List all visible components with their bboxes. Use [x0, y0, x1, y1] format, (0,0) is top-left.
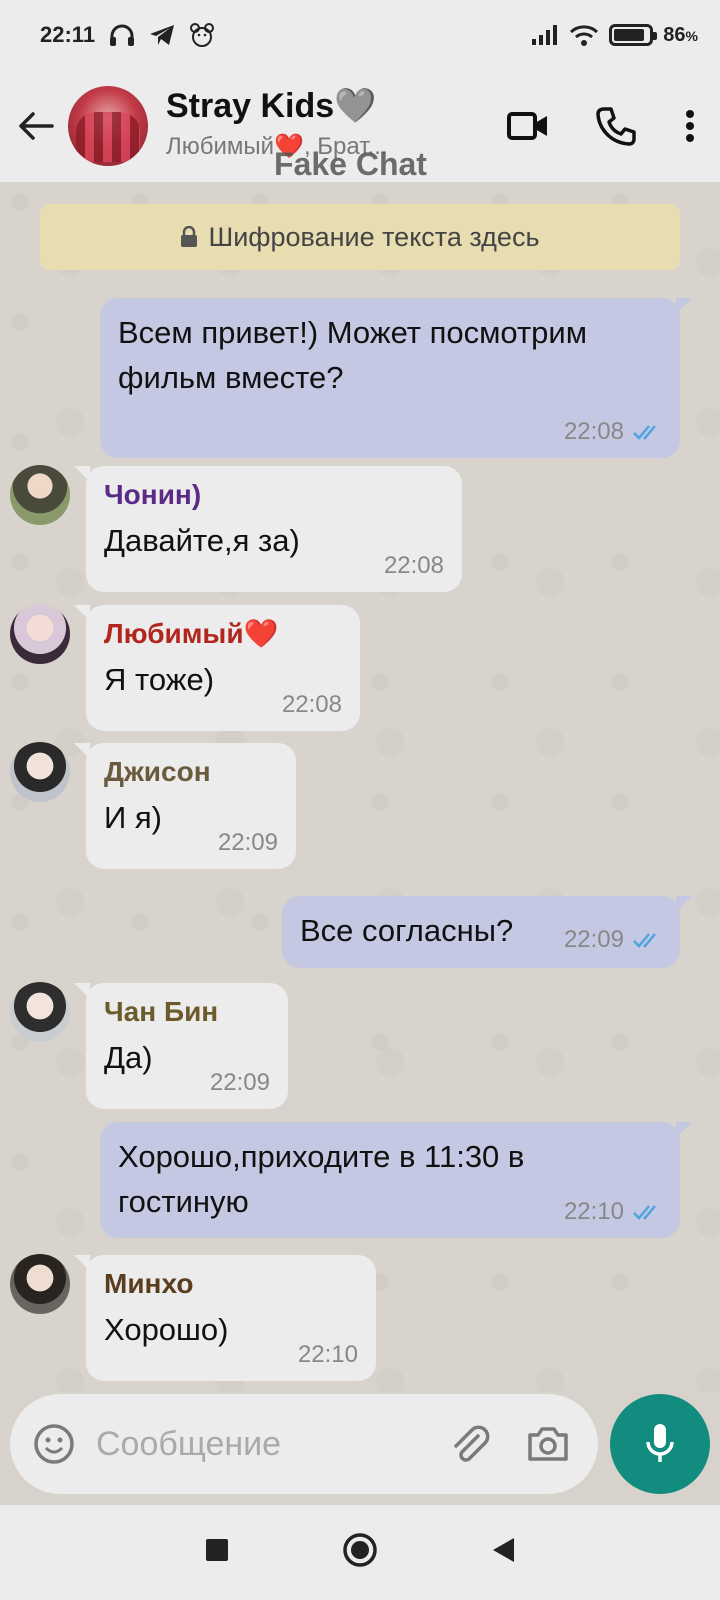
kebab-menu-icon	[686, 110, 694, 142]
member-avatar[interactable]	[10, 465, 70, 525]
camera-button[interactable]	[518, 1414, 578, 1474]
group-avatar[interactable]	[68, 86, 148, 166]
battery-percent: 86%	[663, 23, 698, 46]
member-avatar[interactable]	[10, 742, 70, 802]
message-time: 22:08	[383, 552, 444, 579]
battery-icon	[609, 24, 658, 46]
paperclip-icon	[454, 1425, 490, 1462]
voice-message-button[interactable]	[610, 1394, 710, 1494]
circle-icon	[343, 1533, 377, 1567]
message-time: 22:09	[217, 829, 278, 856]
message-incoming[interactable]: Чонин) Давайте,я за) 22:08	[74, 466, 462, 592]
triangle-back-icon	[493, 1538, 514, 1562]
camera-icon	[528, 1427, 568, 1461]
member-avatar[interactable]	[10, 982, 70, 1042]
message-input[interactable]: Сообщение	[96, 1425, 440, 1464]
square-icon	[206, 1539, 228, 1561]
back-nav-button[interactable]	[490, 1536, 516, 1569]
emoji-button[interactable]	[30, 1420, 78, 1468]
double-check-icon	[633, 933, 656, 948]
message-time: 22:09	[563, 926, 624, 953]
message-outgoing[interactable]: Всем привет!) Может посмотрим фильм вмес…	[100, 298, 692, 458]
bear-icon	[189, 22, 215, 48]
message-composer: Сообщение	[10, 1394, 598, 1494]
phone-icon	[596, 107, 636, 146]
more-options-button[interactable]	[660, 82, 720, 170]
message-outgoing[interactable]: Хорошо,приходите в 11:30 в гостиную 22:1…	[100, 1122, 692, 1238]
message-incoming[interactable]: Минхо Хорошо) 22:10	[74, 1255, 376, 1381]
message-time: 22:10	[297, 1341, 358, 1368]
signal-icon	[531, 24, 559, 46]
message-time: 22:09	[209, 1069, 270, 1096]
member-avatar[interactable]	[10, 1254, 70, 1314]
message-incoming[interactable]: Любимый❤️ Я тоже) 22:08	[74, 605, 360, 731]
emoji-icon	[34, 1424, 74, 1464]
member-avatar[interactable]	[10, 604, 70, 664]
home-button[interactable]	[342, 1532, 378, 1573]
message-time: 22:10	[563, 1198, 624, 1225]
system-nav-bar	[0, 1505, 720, 1600]
sender-name[interactable]: Джисон	[104, 755, 278, 789]
recents-button[interactable]	[204, 1537, 230, 1568]
message-time: 22:08	[281, 691, 342, 718]
sender-name[interactable]: Минхо	[104, 1267, 358, 1301]
message-incoming[interactable]: Джисон И я) 22:09	[74, 743, 296, 869]
message-incoming[interactable]: Чан Бин Да) 22:09	[74, 983, 288, 1109]
attach-button[interactable]	[440, 1414, 500, 1474]
headphones-icon	[109, 23, 135, 47]
microphone-icon	[646, 1424, 674, 1462]
video-call-button[interactable]	[484, 82, 572, 170]
double-check-icon	[633, 425, 656, 440]
status-time: 22:11	[40, 22, 96, 47]
sender-name[interactable]: Любимый❤️	[104, 617, 342, 651]
telegram-icon	[149, 24, 175, 46]
sender-name[interactable]: Чан Бин	[104, 995, 270, 1029]
chat-info[interactable]: Stray Kids🩶 Любимый❤️, Брат... Fake Chat	[166, 76, 484, 182]
message-text: Всем привет!) Может посмотрим фильм вмес…	[118, 315, 588, 395]
sender-name[interactable]: Чонин)	[104, 478, 444, 512]
voice-call-button[interactable]	[572, 82, 660, 170]
message-outgoing[interactable]: Все согласны? 22:09	[282, 896, 692, 968]
double-check-icon	[633, 1205, 656, 1220]
encryption-banner[interactable]: Шифрование текста здесь	[40, 204, 680, 270]
wifi-icon	[569, 24, 599, 46]
lock-icon	[181, 226, 198, 247]
chat-title: Stray Kids🩶	[166, 87, 377, 125]
encryption-text: Шифрование текста здесь	[208, 221, 540, 252]
video-camera-icon	[507, 112, 547, 140]
chat-area[interactable]: Шифрование текста здесь Всем привет!) Мо…	[0, 182, 720, 1392]
status-bar: 22:11 86%	[0, 0, 720, 70]
chat-header: Stray Kids🩶 Любимый❤️, Брат... Fake Chat	[0, 70, 720, 182]
watermark: Fake Chat	[274, 146, 427, 182]
back-arrow-icon	[19, 112, 54, 140]
message-time: 22:08	[563, 418, 624, 445]
back-button[interactable]	[14, 96, 58, 156]
grey-heart-icon: 🩶	[334, 87, 377, 125]
